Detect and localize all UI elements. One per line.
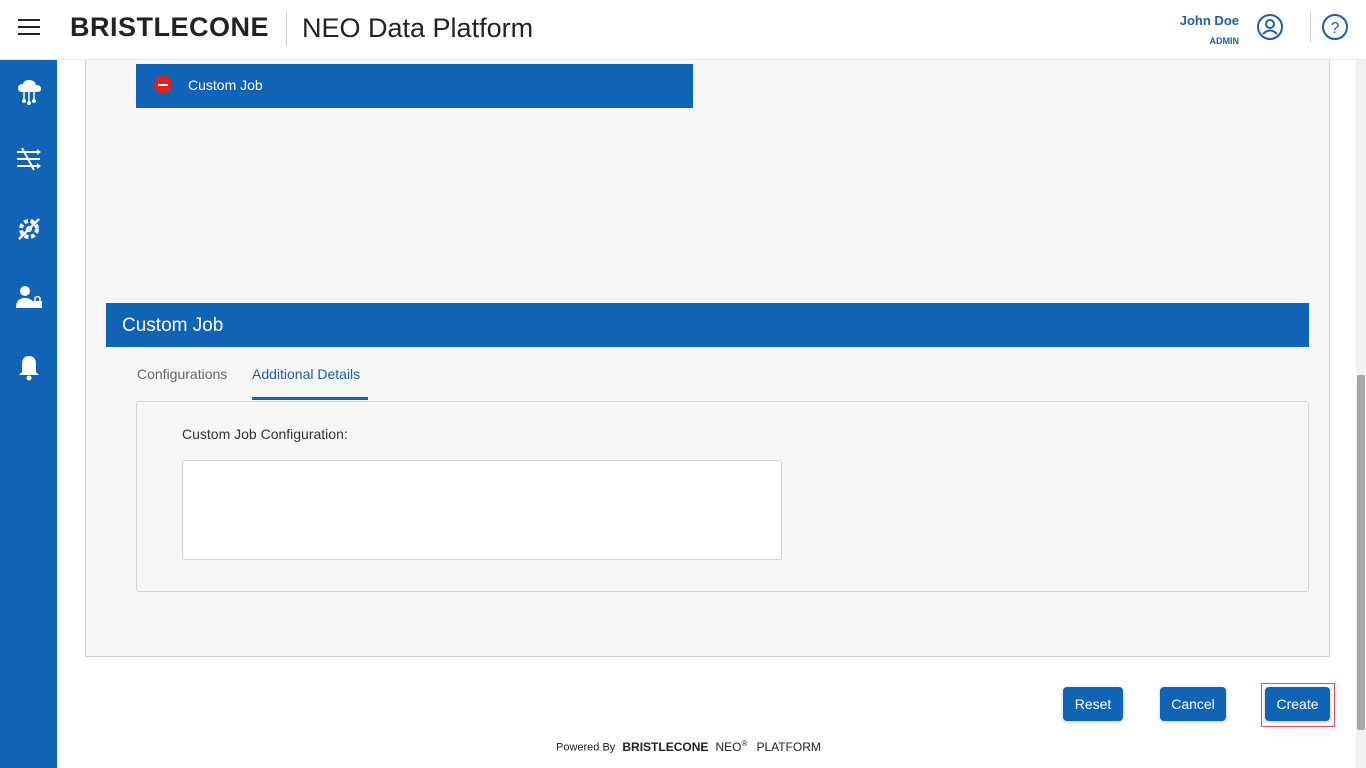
footer: Powered By BRISTLECONE NEO® PLATFORM [556, 739, 821, 759]
cloud-network-icon[interactable] [14, 76, 44, 106]
footer-registered-mark: ® [741, 739, 748, 748]
tab-configurations[interactable]: Configurations [137, 366, 227, 382]
footer-platform: PLATFORM [756, 739, 821, 754]
custom-job-node[interactable]: Custom Job [136, 64, 693, 108]
footer-brand-logo: BRISTLECONE [622, 739, 709, 754]
svg-text:?: ? [1331, 20, 1340, 37]
brand-logo: BRISTLECONE [70, 12, 270, 42]
user-lock-icon[interactable] [14, 282, 44, 312]
footer-neo: NEO [715, 739, 742, 754]
pipeline-flow-icon[interactable] [14, 144, 44, 174]
footer-powered-by: Powered By [556, 741, 616, 754]
scrollbar-thumb[interactable] [1357, 375, 1365, 730]
bell-icon[interactable] [14, 352, 44, 382]
header-divider-right [1310, 12, 1311, 42]
cancel-button[interactable]: Cancel [1160, 687, 1226, 721]
tab-additional-details[interactable]: Additional Details [252, 366, 360, 382]
active-tab-indicator [252, 397, 368, 400]
app-title: NEO Data Platform [302, 13, 534, 43]
create-button[interactable]: Create [1265, 687, 1330, 721]
job-node-label: Custom Job [188, 77, 263, 93]
header-divider [286, 12, 287, 46]
help-icon[interactable]: ? [1321, 13, 1349, 41]
user-role: ADMIN [1209, 36, 1240, 46]
top-header: BRISTLECONE NEO Data Platform John Doe A… [0, 0, 1366, 60]
stop-icon [154, 76, 172, 94]
reset-button[interactable]: Reset [1063, 687, 1123, 721]
section-title: Custom Job [122, 315, 224, 336]
user-name[interactable]: John Doe [1180, 13, 1239, 28]
custom-job-config-textarea[interactable] [182, 460, 782, 560]
custom-job-config-label: Custom Job Configuration: [182, 426, 348, 442]
gear-wrench-icon[interactable] [14, 214, 44, 244]
section-header: Custom Job [106, 303, 1309, 347]
user-profile-icon[interactable] [1256, 13, 1284, 41]
sidebar [0, 60, 57, 768]
hamburger-menu-icon[interactable] [18, 19, 42, 41]
